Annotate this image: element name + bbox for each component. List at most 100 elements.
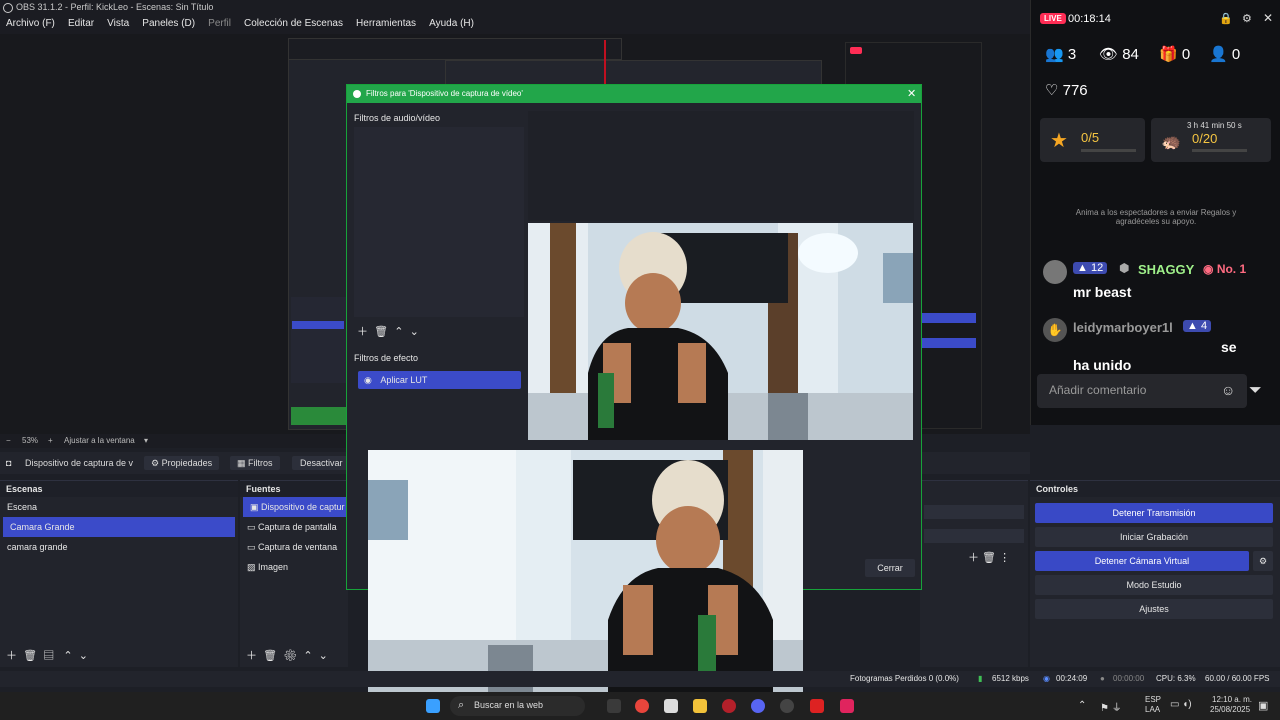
av-filters-list[interactable] [354,127,524,317]
live-studio-icon[interactable] [810,699,824,713]
cpu-usage: CPU: 6.3% [1156,674,1196,683]
menu-archivo[interactable]: Archivo (F) [6,18,55,29]
search-placeholder: Buscar en la web [474,700,544,710]
close-button[interactable]: Cerrar [865,559,915,577]
menu-vista[interactable]: Vista [107,18,129,29]
gear-icon[interactable]: ⚙ [1253,551,1273,571]
zoom-in-button[interactable]: + [48,434,53,448]
store-icon[interactable] [664,699,678,713]
zoom-bar: − 53% + Ajustar a la ventana ▾ [0,434,346,448]
move-down-icon[interactable]: ⌄ [79,650,88,662]
folder-icon[interactable] [693,699,707,713]
trash-icon[interactable]: 🗑 [374,326,388,338]
close-icon[interactable]: ✕ [907,85,916,103]
stop-stream-button[interactable]: Detener Transmisión [1035,503,1273,523]
menu-perfil[interactable]: Perfil [208,18,231,29]
goal-card-2[interactable]: 🦔 3 h 41 min 50 s 0/20 [1151,118,1271,162]
discord-icon[interactable] [751,699,765,713]
app-icon[interactable] [722,699,736,713]
filter-icon[interactable]: ▤ [43,650,54,662]
filters-button[interactable]: ▦ Filtros [230,456,280,470]
views-stat: 👁 84 [1099,46,1139,63]
menu-paneles[interactable]: Paneles (D) [142,18,195,29]
menu-ayuda[interactable]: Ayuda (H) [429,18,474,29]
mixer-slider[interactable] [924,529,1024,543]
add-source-button[interactable]: ＋ [246,650,257,662]
chat-username[interactable]: leidymarboyer1l [1073,320,1173,335]
menu-editar[interactable]: Editar [68,18,94,29]
popout-camera-preview [368,450,803,695]
goal-card-1[interactable]: ★ 0/5 [1040,118,1145,162]
close-icon[interactable]: ✕ [1263,11,1273,25]
comment-input[interactable]: Añadir comentario ☺ [1037,374,1247,408]
stop-virtual-camera-button[interactable]: Detener Cámara Virtual [1035,551,1249,571]
chevron-down-icon[interactable]: ▾ [144,434,148,448]
record-icon: ● [1100,674,1105,683]
camera-icon: ◘ [6,458,12,468]
taskbar-search[interactable]: ⌕ Buscar en la web [450,696,585,716]
task-view-icon[interactable] [607,699,621,713]
menu-herramientas[interactable]: Herramientas [356,18,416,29]
obs-logo-icon [353,90,361,98]
add-scene-button[interactable]: ＋ [6,650,17,662]
chat-username[interactable]: SHAGGY [1138,262,1194,277]
source-item-selected[interactable]: ▣ Dispositivo de captur [243,497,348,517]
gifts-count: 0 [1181,46,1191,63]
filter-icon[interactable]: ⏷ [1249,382,1262,400]
obs-icon[interactable] [780,699,794,713]
likes-count: 776 [1062,82,1088,99]
eye-icon[interactable]: ◉ [364,375,372,385]
menu-coleccion[interactable]: Colección de Escenas [244,18,343,29]
lock-icon[interactable]: 🔒 [1219,12,1233,25]
tray-icons[interactable]: ⚑ ⏚ [1100,699,1122,714]
move-down-icon[interactable]: ⌄ [319,650,328,662]
move-up-icon[interactable]: ⌃ [394,326,403,338]
deactivate-button[interactable]: Desactivar [292,456,351,470]
start-recording-button[interactable]: Iniciar Grabación [1035,527,1273,547]
scene-item[interactable]: Escena [0,497,238,517]
settings-button[interactable]: Ajustes [1035,599,1273,619]
properties-button[interactable]: ⚙ Propiedades [144,456,220,470]
goal-1-value: 0/5 [1081,130,1100,145]
gear-icon[interactable]: ⚙ [283,650,297,662]
clock-time[interactable]: 12:10 a. m. [1212,695,1252,704]
live-badge: LIVE [1040,13,1066,24]
mixer-slider[interactable] [924,505,1024,519]
network-volume-icons[interactable]: ▭ ◖) [1170,699,1192,710]
windows-start-icon[interactable] [426,699,440,713]
dialog-camera-preview [528,223,913,440]
language-layout[interactable]: LAA [1145,705,1160,714]
emoji-icon[interactable]: ☺ [1221,382,1235,398]
star-icon: ★ [1050,130,1068,152]
trash-icon[interactable]: 🗑 [23,650,37,662]
move-up-icon[interactable]: ⌃ [63,650,72,662]
source-item[interactable]: ▭ Captura de pantalla [240,517,348,537]
chevron-up-icon[interactable]: ⌃ [1078,700,1086,711]
bitrate: 6512 kbps [992,674,1029,683]
status-bar: Fotogramas Perdidos 0 (0.0%) ▮ 6512 kbps… [0,671,1280,687]
gear-icon[interactable]: ⚙ [1242,12,1252,25]
fps: 60.00 / 60.00 FPS [1205,674,1270,683]
effect-filter-item[interactable]: ◉ Aplicar LUT [358,371,521,389]
rank-badge: ◉ No. 1 [1203,262,1247,276]
source-item[interactable]: ▭ Captura de ventana [240,537,348,557]
move-down-icon[interactable]: ⌄ [410,326,419,338]
scene-item[interactable]: camara grande [0,537,238,557]
taskbar: ⌕ Buscar en la web ⌃ ⚑ ⏚ ESP LAA ▭ ◖) 12… [0,692,1280,720]
source-item[interactable]: ▨ Imagen [240,557,348,577]
zoom-out-button[interactable]: − [6,434,11,448]
zoom-fit-label[interactable]: Ajustar a la ventana [64,434,135,448]
level-badge: ▲ 4 [1183,320,1212,332]
live-time: 00:18:14 [1068,13,1111,25]
tiktok-icon[interactable] [840,699,854,713]
notification-icon[interactable]: ▣ [1258,699,1268,712]
comment-placeholder: Añadir comentario [1049,383,1147,397]
move-up-icon[interactable]: ⌃ [303,650,312,662]
studio-mode-button[interactable]: Modo Estudio [1035,575,1273,595]
clock-date[interactable]: 25/08/2025 [1210,705,1250,714]
chrome-icon[interactable] [635,699,649,713]
add-filter-button[interactable]: ＋ [357,326,368,338]
scene-item-selected[interactable]: Camara Grande [3,517,235,537]
trash-icon[interactable]: 🗑 [263,650,277,662]
language-code[interactable]: ESP [1145,695,1161,704]
